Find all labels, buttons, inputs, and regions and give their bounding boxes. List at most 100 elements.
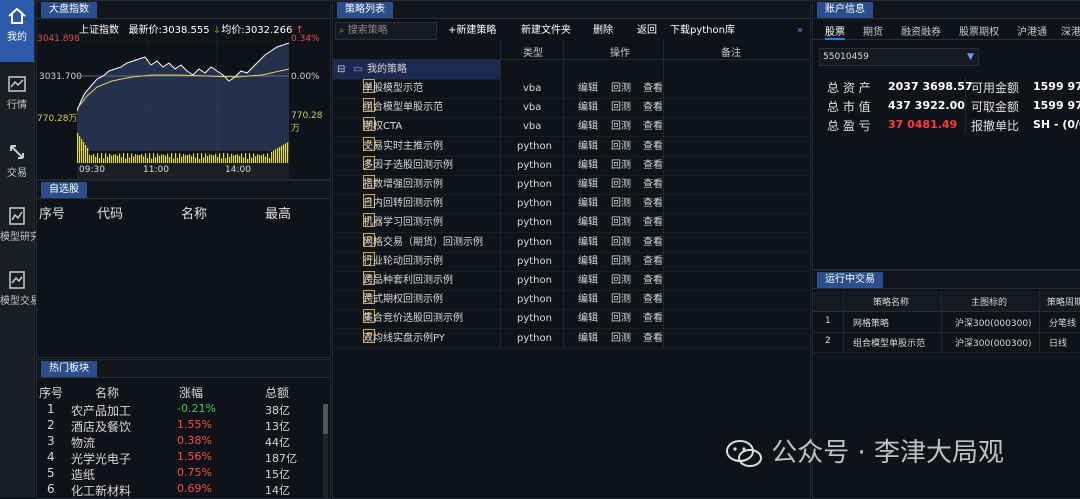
tab-stock-option[interactable]: 股票期权 [959,23,999,38]
nav-item-market[interactable]: 行情 [0,68,34,130]
strategy-row[interactable]: P 行业轮动回测示例 python 编辑 回测 查看 [333,251,811,272]
view-button[interactable]: 查看 [643,98,663,117]
backtest-button[interactable]: 回测 [611,271,631,290]
strategy-row[interactable]: P 集合竞价选股回测示例 python 编辑 回测 查看 [333,309,811,330]
nav-item-trade[interactable]: 交易 [0,136,34,198]
nav-label: 交易 [7,168,27,179]
edit-button[interactable]: 编辑 [578,252,598,271]
edit-button[interactable]: 编辑 [578,309,598,328]
view-button[interactable]: 查看 [643,329,663,348]
backtest-button[interactable]: 回测 [611,233,631,252]
table-row[interactable]: 1 农产品加工 -0.21% 38亿 [37,402,332,418]
nav-item-model-trade[interactable]: 模型交易 [0,264,40,326]
view-button[interactable]: 查看 [643,252,663,271]
view-button[interactable]: 查看 [643,290,663,309]
strategy-row[interactable]: P 跨品种套利回测示例 python 编辑 回测 查看 [333,271,811,291]
view-button[interactable]: 查看 [643,117,663,136]
edit-button[interactable]: 编辑 [578,156,598,175]
strategy-row[interactable]: V 单股模型示范 vba 编辑 回测 查看 [333,79,811,99]
table-row[interactable]: 2 酒店及餐饮 1.55% 13亿 [37,418,332,434]
hot-sectors-scrollbar[interactable] [323,404,328,498]
view-button[interactable]: 查看 [643,233,663,252]
strategy-row[interactable]: V 期权CTA vba 编辑 回测 查看 [333,117,811,138]
strategy-row[interactable]: P 日内回转回测示例 python 编辑 回测 查看 [333,194,811,215]
table-row[interactable]: 4 光学光电子 1.56% 187亿 [37,450,332,466]
volume-bar [87,148,89,163]
strategy-row[interactable]: P 交易实时主推示例 python 编辑 回测 查看 [333,136,811,157]
backtest-button[interactable]: 回测 [611,194,631,213]
tab-strategy[interactable]: 策略列表 [337,2,393,18]
view-button[interactable]: 查看 [643,137,663,156]
backtest-button[interactable]: 回测 [611,213,631,232]
download-python-lib-button[interactable]: 下载python库 [670,22,735,40]
tab-hot-sectors[interactable]: 热门板块 [41,361,97,377]
backtest-button[interactable]: 回测 [611,309,631,328]
strategy-row[interactable]: P 机器学习回测示例 python 编辑 回测 查看 [333,213,811,234]
table-row[interactable]: 3 物流 0.38% 44亿 [37,434,332,450]
view-button[interactable]: 查看 [643,194,663,213]
table-row[interactable]: 6 化工新材料 0.69% 14亿 [37,482,332,498]
tab-sh-hk[interactable]: 沪港通 [1017,23,1047,38]
backtest-button[interactable]: 回测 [611,117,631,136]
back-button[interactable]: 返回 [637,22,657,40]
view-button[interactable]: 查看 [643,271,663,290]
backtest-button[interactable]: 回测 [611,252,631,271]
strategy-row[interactable]: V 组合模型单股示范 vba 编辑 回测 查看 [333,98,811,119]
tab-futures[interactable]: 期货 [863,23,883,38]
strategy-row[interactable]: P 多因子选股回测示例 python 编辑 回测 查看 [333,155,811,176]
backtest-button[interactable]: 回测 [611,175,631,194]
tab-margin[interactable]: 融资融券 [901,23,941,38]
tab-running[interactable]: 运行中交易 [817,272,883,288]
edit-button[interactable]: 编辑 [578,329,598,348]
strategy-row[interactable]: P 指数增强回测示例 python 编辑 回测 查看 [333,175,811,195]
backtest-button[interactable]: 回测 [611,79,631,98]
collapse-icon[interactable]: ⊟ [337,60,345,79]
new-strategy-button[interactable]: +新建策略 [448,22,496,40]
row-no: 1 [47,402,55,416]
edit-button[interactable]: 编辑 [578,213,598,232]
tab-account[interactable]: 账户信息 [817,2,873,18]
row-no: 1 [825,316,831,326]
tab-index[interactable]: 大盘指数 [41,2,97,18]
view-button[interactable]: 查看 [643,309,663,328]
edit-button[interactable]: 编辑 [578,290,598,309]
nav-item-mine[interactable]: 我的 [0,0,34,62]
edit-button[interactable]: 编辑 [578,79,598,98]
index-chart [77,31,289,163]
edit-button[interactable]: 编辑 [578,175,598,194]
nav-item-research[interactable]: 模型研究 [0,200,40,262]
view-button[interactable]: 查看 [643,175,663,194]
view-button[interactable]: 查看 [643,156,663,175]
view-button[interactable]: 查看 [643,213,663,232]
volume-bar [223,153,225,163]
edit-button[interactable]: 编辑 [578,194,598,213]
backtest-button[interactable]: 回测 [611,156,631,175]
account-select[interactable]: 55010459 ▼ [819,48,979,66]
strategy-row[interactable]: P 双均线实盘示例PY python 编辑 回测 查看 [333,328,811,349]
tab-watchlist[interactable]: 自选股 [41,182,87,198]
nav-label: 模型研究 [0,232,40,243]
scrollbar-thumb[interactable] [323,404,328,434]
edit-button[interactable]: 编辑 [578,98,598,117]
backtest-button[interactable]: 回测 [611,290,631,309]
folder-row-my-strategies[interactable]: ⊟ ▭ 我的策略 [333,60,500,80]
view-button[interactable]: 查看 [643,79,663,98]
edit-button[interactable]: 编辑 [578,233,598,252]
new-folder-button[interactable]: 新建文件夹 [521,22,571,40]
table-row[interactable]: 5 造纸 0.75% 15亿 [37,466,332,482]
edit-button[interactable]: 编辑 [578,137,598,156]
edit-button[interactable]: 编辑 [578,117,598,136]
backtest-button[interactable]: 回测 [611,98,631,117]
strategy-row[interactable]: P 跨式期权回测示例 python 编辑 回测 查看 [333,290,811,311]
sector-name: 化工新材料 [71,484,132,498]
tab-stock[interactable]: 股票 [825,23,845,40]
delete-button[interactable]: 删除 [593,22,613,40]
more-chevron-icon[interactable]: » [797,22,803,40]
backtest-button[interactable]: 回测 [611,329,631,348]
tab-sz-hk[interactable]: 深港 [1061,23,1080,38]
col-divider [500,41,501,347]
edit-button[interactable]: 编辑 [578,271,598,290]
backtest-button[interactable]: 回测 [611,137,631,156]
strategy-row[interactable]: P 网格交易（期货）回测示例 python 编辑 回测 查看 [333,232,811,253]
account-field-value: 1599 977 [1033,99,1080,112]
